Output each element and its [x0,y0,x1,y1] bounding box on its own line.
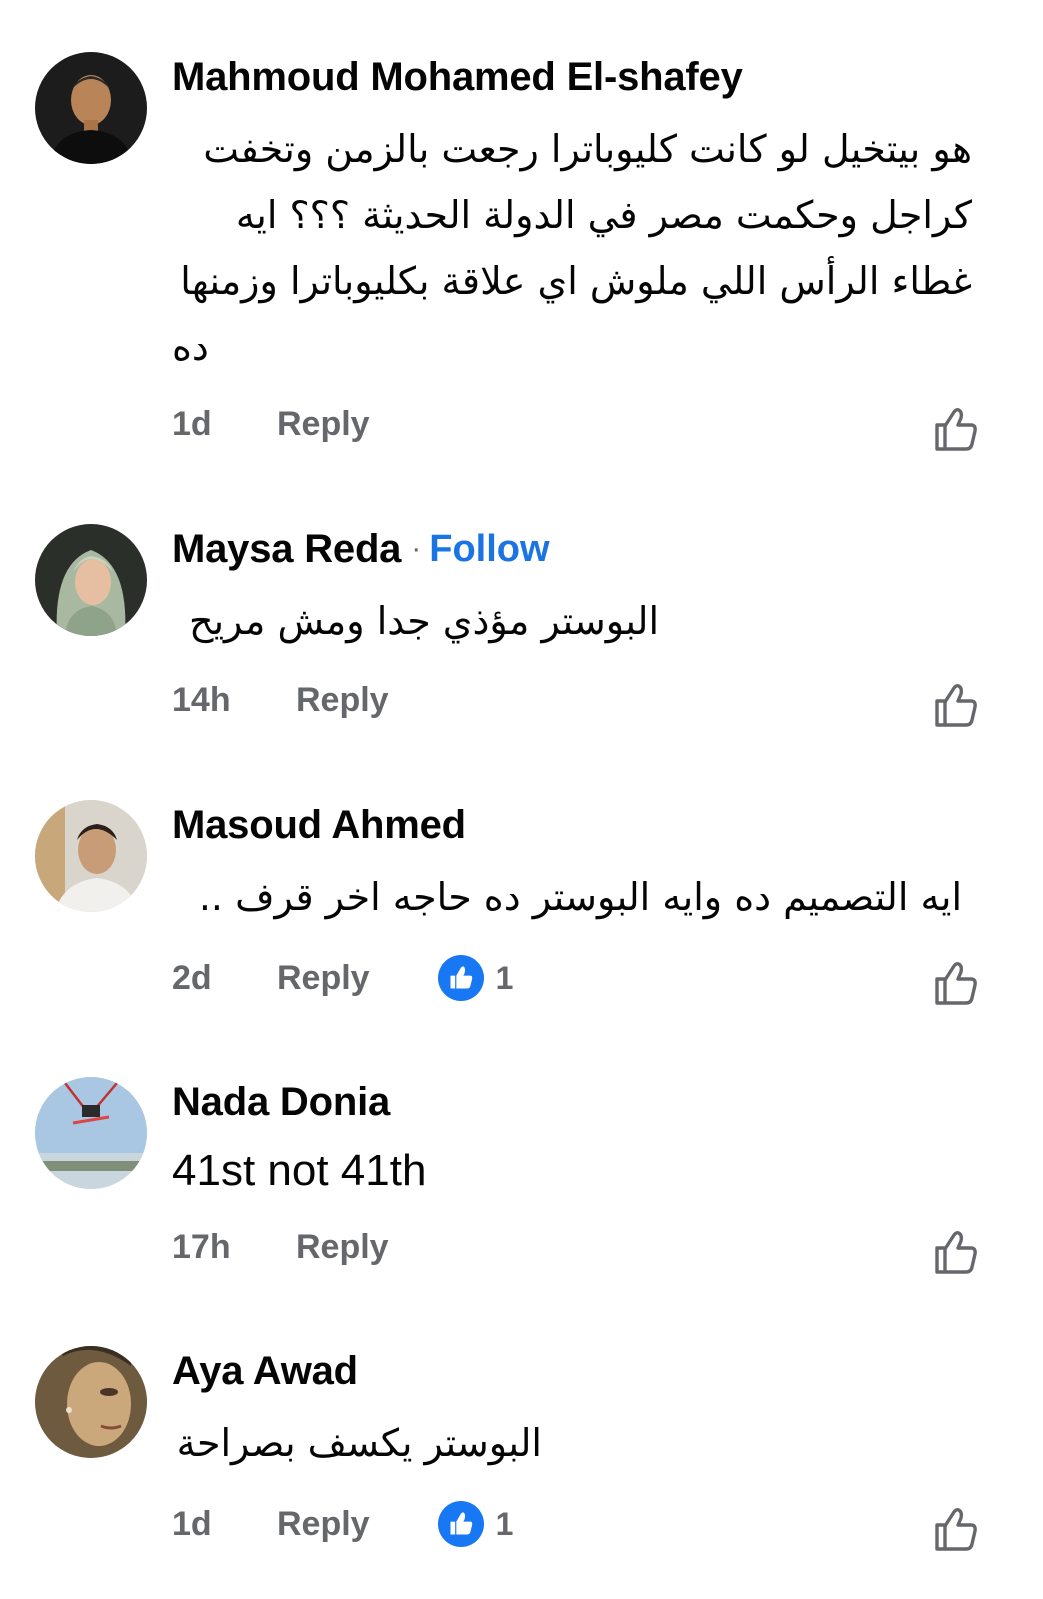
comment-meta: 1d Reply [172,402,370,446]
thumbs-up-filled-icon [437,1501,484,1547]
timestamp[interactable]: 1d [172,1505,277,1544]
comment-text: هو بيتخيل لو كانت كليوباترا رجعت بالزمن … [172,116,972,380]
author-name[interactable]: Mahmoud Mohamed El-shafey [172,55,743,100]
reaction-count: 1 [495,1505,514,1542]
author-name[interactable]: Maysa Reda [172,527,401,572]
like-button[interactable] [930,958,980,1008]
thumbs-up-outline-icon [935,1508,977,1551]
comment-text: 41st not 41th [172,1138,972,1204]
comment-header: Mahmoud Mohamed El-shafey [172,52,743,102]
comment-text: البوستر يكسف بصراحة [172,1410,542,1476]
author-name[interactable]: Aya Awad [172,1349,358,1394]
comment-meta: 2d Reply 1 [172,955,514,1001]
like-button[interactable] [930,1227,980,1277]
comment-text-line: هو بيتخيل لو كانت كليوباترا رجعت بالزمن … [203,127,972,171]
avatar-man-light-icon [35,800,147,912]
avatar[interactable] [35,800,147,912]
comment-text-line: غطاء الرأس اللي ملوش اي علاقة بكليوباترا… [180,259,972,303]
timestamp[interactable]: 2d [172,959,277,998]
thumbs-up-outline-icon [935,684,977,727]
thumbs-up-outline-icon [935,1231,977,1274]
reaction-summary[interactable]: 1 [437,955,514,1001]
timestamp[interactable]: 17h [172,1228,296,1267]
thumbs-up-outline-icon [935,408,977,451]
timestamp[interactable]: 14h [172,681,296,720]
comment-text-line: ايه التصميم ده وايه البوستر ده حاجه اخر … [198,875,962,919]
author-name[interactable]: Masoud Ahmed [172,803,466,848]
comment-text-line: 41st not 41th [172,1146,427,1195]
like-button[interactable] [930,404,980,454]
comment-meta: 14h Reply [172,678,389,722]
follow-button[interactable]: Follow [429,528,549,571]
avatar[interactable] [35,1077,147,1189]
comment-text-line: البوستر مؤذي جدا ومش مريح [188,599,659,643]
comment-text-line: كراجل وحكمت مصر في الدولة الحديثة ؟؟؟ اي… [235,193,972,237]
like-button[interactable] [930,680,980,730]
comment-header: Maysa Reda · Follow [172,524,550,574]
thumbs-up-outline-icon [935,962,977,1005]
reply-button[interactable]: Reply [277,959,370,998]
author-name[interactable]: Nada Donia [172,1080,390,1125]
reply-button[interactable]: Reply [296,681,389,720]
thumbs-up-filled-icon [437,955,484,1001]
comment-meta: 1d Reply 1 [172,1501,514,1547]
avatar[interactable] [35,52,147,164]
reaction-summary[interactable]: 1 [437,1501,514,1547]
separator-dot: · [411,532,422,565]
comment-text: البوستر مؤذي جدا ومش مريح [172,588,659,654]
comment-text: ايه التصميم ده وايه البوستر ده حاجه اخر … [172,864,962,930]
avatar[interactable] [35,1346,147,1458]
reaction-count: 1 [495,959,514,996]
reply-button[interactable]: Reply [277,1505,370,1544]
timestamp[interactable]: 1d [172,405,277,444]
comment-text-line: البوستر يكسف بصراحة [176,1421,542,1465]
like-button[interactable] [930,1504,980,1554]
reply-button[interactable]: Reply [277,405,370,444]
comment-header: Aya Awad [172,1346,358,1396]
avatar[interactable] [35,524,147,636]
comment-header: Nada Donia [172,1077,390,1127]
comment-meta: 17h Reply [172,1225,389,1269]
avatar-woman-hijab-icon [35,524,147,636]
comment-text-line: ده [172,325,209,369]
reply-button[interactable]: Reply [296,1228,389,1267]
avatar-painting-face-icon [35,1346,147,1458]
avatar-sky-swing-icon [35,1077,147,1189]
avatar-man-dark-icon [35,52,147,164]
comment-header: Masoud Ahmed [172,800,466,850]
